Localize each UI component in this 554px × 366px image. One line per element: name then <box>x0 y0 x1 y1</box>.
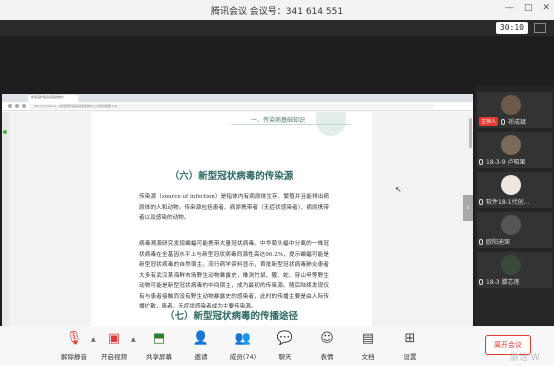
maximize-icon[interactable]: □ <box>524 3 533 13</box>
minimize-icon[interactable]: — <box>505 3 514 13</box>
chat-button[interactable]: 💬 聊天 <box>263 330 307 361</box>
mic-icon <box>479 198 483 205</box>
participant-tile[interactable]: 软件18-1代创... <box>477 172 552 208</box>
browser-tabbar: 新型冠状病毒感染的肺炎 <box>2 94 473 102</box>
unmute-label: 解除静音 <box>61 353 87 361</box>
docs-button[interactable]: ▤ 文档 <box>346 330 390 361</box>
refresh-icon[interactable] <box>22 104 26 108</box>
members-button[interactable]: 👥 成员(74) <box>221 330 265 361</box>
close-icon[interactable]: ✕ <box>542 3 550 13</box>
participant-panel: 主持人 祁成斌 18-3-9 卢昭果 软件18-1代创... 欧阳迪琛 18-3… <box>475 86 554 326</box>
invite-label: 邀请 <box>194 353 208 361</box>
layout-icon[interactable] <box>534 23 546 33</box>
avatar <box>501 95 521 115</box>
start-video-button[interactable]: ▣ 开启视频 <box>92 330 136 361</box>
viewer-sidebar <box>2 112 9 358</box>
shared-screen: 新型冠状病毒感染的肺炎 file:///C:/Users/.../新型冠状病毒感… <box>0 36 475 358</box>
page-header: 一、传染病基础知识 <box>251 117 306 124</box>
host-badge: 主持人 <box>479 117 499 126</box>
share-screen-button[interactable]: ⬒ 共享屏幕 <box>137 330 181 361</box>
members-label: 成员(74) <box>229 353 257 361</box>
participant-tile[interactable]: 主持人 祁成斌 <box>477 92 552 128</box>
mic-muted-icon: 🎙 <box>65 331 83 346</box>
browser-tab[interactable]: 新型冠状病毒感染的肺炎 <box>28 95 78 102</box>
document-icon: ▤ <box>361 331 375 346</box>
participant-tile[interactable]: 18-3 滕芯莲 <box>477 252 552 288</box>
activation-watermark: 激活 W <box>510 353 540 363</box>
back-icon[interactable] <box>8 104 12 108</box>
meeting-toolbar: 🎙 解除静音 ▲ ▣ 开启视频 ▲ ⬒ 共享屏幕 👤 邀请 👥 成员(74) 💬… <box>0 326 554 366</box>
meeting-title: 腾讯会议 会议号：341 614 551 <box>210 6 344 17</box>
collapse-panel-button[interactable]: › <box>463 195 473 221</box>
window-controls: — □ ✕ <box>505 3 550 13</box>
nav-icons <box>8 104 26 108</box>
share-screen-icon: ⬒ <box>152 331 166 346</box>
mic-icon <box>479 158 483 165</box>
section-heading: （七）新型冠状病毒的传播途径 <box>164 311 298 322</box>
settings-button[interactable]: ⊞ 设置 <box>388 330 432 361</box>
url-field[interactable]: file:///C:/Users/.../新型冠状病毒感染的肺炎公众防护指南.p… <box>30 103 433 109</box>
participant-name: 软件18-1代创... <box>486 199 530 206</box>
participant-name: 18-3 滕芯莲 <box>486 279 520 286</box>
avatar <box>501 135 521 155</box>
page-header-rule <box>231 124 351 125</box>
mic-icon <box>479 238 483 245</box>
avatar <box>501 215 521 235</box>
participant-tile[interactable]: 欧阳迪琛 <box>477 212 552 248</box>
chat-label: 聊天 <box>278 353 292 361</box>
camera-off-icon: ▣ <box>107 331 121 346</box>
paragraph: 传染源（source of infection）是指体内有病原体生存、繁殖并且能… <box>139 194 329 221</box>
invite-button[interactable]: 👤 邀请 <box>179 330 223 361</box>
chevron-up-icon[interactable]: ▲ <box>131 336 136 343</box>
browser-address-bar: file:///C:/Users/.../新型冠状病毒感染的肺炎公众防护指南.p… <box>2 102 473 111</box>
participant-name: 欧阳迪琛 <box>486 239 511 246</box>
participant-name: 18-3-9 卢昭果 <box>486 159 526 166</box>
paragraph: 病毒溯源研究发现蝙蝠可能携带大量冠状病毒。中华菊头蝠中分离的一株冠状病毒在全基因… <box>139 241 329 310</box>
chat-icon: 💬 <box>276 331 294 346</box>
avatar <box>501 175 521 195</box>
document-page-bottom: （七）新型冠状病毒的传播途径 <box>91 308 372 326</box>
settings-label: 设置 <box>403 353 417 361</box>
participant-tile[interactable]: 18-3-9 卢昭果 <box>477 132 552 168</box>
green-dot-icon <box>3 130 7 134</box>
unmute-button[interactable]: 🎙 解除静音 <box>52 330 96 361</box>
avatar <box>501 255 521 275</box>
users-icon: 👥 <box>234 331 252 346</box>
apps-grid-icon: ⊞ <box>404 331 416 346</box>
meeting-titlebar: 腾讯会议 会议号：341 614 551 — □ ✕ <box>0 0 554 20</box>
reaction-button[interactable]: ☺ 表情 <box>305 330 349 361</box>
start-video-label: 开启视频 <box>101 353 127 361</box>
mic-icon <box>479 278 483 285</box>
scrollbar[interactable] <box>469 118 472 148</box>
forward-icon[interactable] <box>15 104 19 108</box>
docs-label: 文档 <box>361 353 375 361</box>
meeting-timer: 30:10 <box>495 22 528 34</box>
mouse-cursor-icon: ↖ <box>395 185 402 194</box>
share-screen-label: 共享屏幕 <box>146 353 172 361</box>
reaction-label: 表情 <box>320 353 334 361</box>
mic-icon <box>501 118 506 125</box>
section-heading: （六）新型冠状病毒的传染源 <box>169 171 294 182</box>
smile-icon: ☺ <box>320 331 334 346</box>
participant-name: 祁成斌 <box>508 119 527 126</box>
status-row <box>0 20 554 36</box>
add-user-icon: 👤 <box>192 331 210 346</box>
